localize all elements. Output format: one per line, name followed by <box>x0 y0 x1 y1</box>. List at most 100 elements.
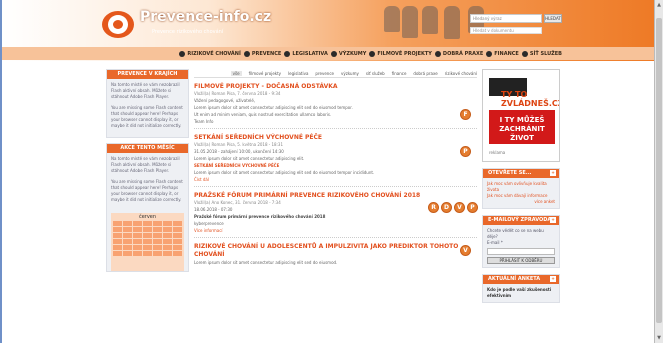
bullet-icon <box>284 50 291 57</box>
nav-item-vyzkumy[interactable]: VÝZKUMY <box>330 50 366 57</box>
box-heading: AKTUÁLNÍ ANKETA + <box>483 275 559 284</box>
nav-item-dobra-praxe[interactable]: DOBRÁ PRAXE <box>434 50 483 57</box>
category-practice-icon[interactable]: D <box>441 202 452 213</box>
regions-box: PREVENCE V KRAJÍCH Na tomto místě se vám… <box>106 69 189 138</box>
bullet-icon <box>486 50 493 57</box>
article-text: kyberprevence <box>194 221 224 226</box>
bullet-icon <box>369 50 376 57</box>
flash-notice: You are missing some Flash content that … <box>111 105 183 128</box>
box-heading: PREVENCE V KRAJÍCH <box>107 70 188 79</box>
scrollbar[interactable]: ▲ ▼ <box>654 0 663 343</box>
category-prevention-icon[interactable]: P <box>467 202 478 213</box>
site-subtitle: Prevence rizikového chování <box>152 29 224 35</box>
ad-logo: TY TO ZVLÁDNEŠ.CZ <box>501 90 560 108</box>
calendar-month: červen <box>138 214 157 220</box>
article-title[interactable]: SETKÁNÍ SEŘEDNÍCH VÝCHOVNÉ PÉČE <box>194 134 477 142</box>
tab-practice[interactable]: dobrá praxe <box>413 71 437 76</box>
article-title[interactable]: RIZIKOVÉ CHOVÁNÍ U ADOLESCENTŮ A IMPULZI… <box>194 243 477 259</box>
right-sidebar: TY TO ZVLÁDNEŠ.CZ I TY MŮŽEŠ ZACHRÁNIT Ž… <box>482 69 560 303</box>
advanced-search-link[interactable]: Hledat v dokumentu <box>470 27 542 34</box>
tab-network[interactable]: síť služeb <box>366 71 385 76</box>
nav-item-finance[interactable]: FINANCE <box>486 50 519 57</box>
logo-icon[interactable] <box>102 11 134 38</box>
tab-finance[interactable]: finance <box>392 71 407 76</box>
category-risk-icon[interactable]: R <box>428 202 439 213</box>
article-item: FILMOVÉ PROJEKTY - DOČASNÁ ODSTÁVKA Vlož… <box>194 83 477 129</box>
article-text: Lorem ipsum dolor sit amet consectetur a… <box>194 260 338 265</box>
event-calendar[interactable]: červen <box>111 213 184 271</box>
article-item: RIZIKOVÉ CHOVÁNÍ U ADOLESCENTŮ A IMPULZI… <box>194 243 477 269</box>
more-info-link[interactable]: Více informací <box>194 227 477 234</box>
category-film-icon[interactable]: F <box>460 109 471 120</box>
email-label: E-mail * <box>487 240 503 245</box>
scroll-up-icon[interactable]: ▲ <box>656 1 662 9</box>
category-tabs: vše filmové projekty legislativa prevenc… <box>194 69 477 78</box>
current-poll-box: AKTUÁLNÍ ANKETA + Kdo je podle vaší zkuše… <box>482 274 560 303</box>
left-sidebar: PREVENCE V KRAJÍCH Na tomto místě se vám… <box>106 69 189 277</box>
nav-item-prevence[interactable]: PREVENCE <box>243 50 281 57</box>
nav-item-sit-sluzeb[interactable]: SÍŤ SLUŽEB <box>521 50 562 57</box>
toggle-icon[interactable]: + <box>550 217 556 223</box>
article-title[interactable]: PRAŽSKÉ FÓRUM PRIMÁRNÍ PREVENCE RIZIKOVÉ… <box>194 192 477 200</box>
person-silhouette-icon <box>444 6 460 39</box>
tab-prevention[interactable]: prevence <box>315 71 334 76</box>
poll-question: Kdo je podle vaší zkušenosti efektivním <box>487 287 552 298</box>
search-button[interactable]: HLEDAT <box>544 14 562 23</box>
main-nav: RIZIKOVÉ CHOVÁNÍ PREVENCE LEGISLATIVA VÝ… <box>2 47 654 60</box>
article-item: PRAŽSKÉ FÓRUM PRIMÁRNÍ PREVENCE RIZIKOVÉ… <box>194 192 478 238</box>
article-signature: Team Info <box>194 119 214 124</box>
flash-notice: You are missing some Flash content that … <box>111 179 183 202</box>
article-text: Vážení pedagogové, uživatelé, <box>194 98 256 103</box>
poll-link[interactable]: Jak moc vám ovlivňuje kvalita života <box>487 181 555 193</box>
scroll-down-icon[interactable]: ▼ <box>656 334 662 342</box>
article-text: Lorem ipsum dolor sit amet consectetur a… <box>194 156 305 161</box>
poll-box: OTEVŘETE SE... + Jak moc vám ovlivňuje kv… <box>482 168 560 209</box>
category-research-icon[interactable]: V <box>454 202 465 213</box>
tab-all[interactable]: vše <box>230 70 242 76</box>
bullet-icon <box>521 50 528 57</box>
bullet-icon <box>179 50 186 57</box>
bullet-icon <box>434 50 441 57</box>
web-page: Prevence-info.cz Prevence rizikového cho… <box>2 0 654 343</box>
ad-caption: reklama <box>489 150 506 155</box>
tab-risk[interactable]: rizikové chování <box>445 71 477 76</box>
nav-item-filmove[interactable]: FILMOVÉ PROJEKTY <box>369 50 432 57</box>
site-title[interactable]: Prevence-info.cz <box>140 9 271 25</box>
category-prevention-icon[interactable]: P <box>460 146 471 157</box>
read-more-link[interactable]: Číst dál <box>194 176 477 183</box>
newsletter-box: E-MAILOVÝ ZPRAVODAJ + Chcete vědět co se … <box>482 215 560 268</box>
nav-item-rizikove[interactable]: RIZIKOVÉ CHOVÁNÍ <box>179 50 241 57</box>
article-item: SETKÁNÍ SEŘEDNÍCH VÝCHOVNÉ PÉČE Vložil(a… <box>194 134 477 187</box>
article-text: Pražské fórum primární prevence rizikové… <box>194 214 326 219</box>
toggle-icon[interactable]: + <box>550 276 556 282</box>
box-heading: E-MAILOVÝ ZPRAVODAJ + <box>483 216 559 225</box>
article-date: 31.05.2018 - zahájení 10:00, ukončení 14… <box>194 149 284 154</box>
article-text: Lorem ipsum dolor sit amet consectetur a… <box>194 105 353 110</box>
tab-research[interactable]: výzkumy <box>341 71 359 76</box>
person-silhouette-icon <box>402 6 418 38</box>
subscribe-button[interactable]: PŘIHLÁSIT K ODBĚRU <box>487 257 555 264</box>
bullet-icon <box>243 50 250 57</box>
category-research-icon[interactable]: V <box>460 245 471 256</box>
calendar-grid[interactable] <box>111 221 184 256</box>
toggle-icon[interactable]: + <box>550 170 556 176</box>
scrollbar-thumb[interactable] <box>656 18 662 323</box>
email-field[interactable] <box>487 248 555 255</box>
banner-ad[interactable]: TY TO ZVLÁDNEŠ.CZ I TY MŮŽEŠ ZACHRÁNIT Ž… <box>482 69 560 162</box>
newsletter-text: Chcete vědět co se na webu děje? <box>487 228 544 239</box>
more-polls-link[interactable]: více anket <box>487 199 555 205</box>
ad-slogan: I TY MŮŽEŠ ZACHRÁNIT ŽIVOT <box>489 110 555 144</box>
nav-item-legislativa[interactable]: LEGISLATIVA <box>284 50 328 57</box>
flash-notice: Na tomto místě se vám nezobrazil Flash a… <box>111 156 180 173</box>
box-heading: OTEVŘETE SE... + <box>483 169 559 178</box>
person-silhouette-icon <box>384 6 400 32</box>
site-header: Prevence-info.cz Prevence rizikového cho… <box>2 0 654 61</box>
article-text: Ut enim ad minim veniam, quis nostrud ex… <box>194 112 332 117</box>
main-content: vše filmové projekty legislativa prevenc… <box>194 69 478 269</box>
article-text: Lorem ipsum dolor sit amet consectetur a… <box>194 170 375 175</box>
search-input[interactable]: Hledaný výraz <box>470 14 542 23</box>
tab-film[interactable]: filmové projekty <box>249 71 281 76</box>
box-heading: AKCE TENTO MĚSÍC <box>107 144 188 153</box>
tab-legislation[interactable]: legislativa <box>288 71 308 76</box>
article-title[interactable]: FILMOVÉ PROJEKTY - DOČASNÁ ODSTÁVKA <box>194 83 477 91</box>
